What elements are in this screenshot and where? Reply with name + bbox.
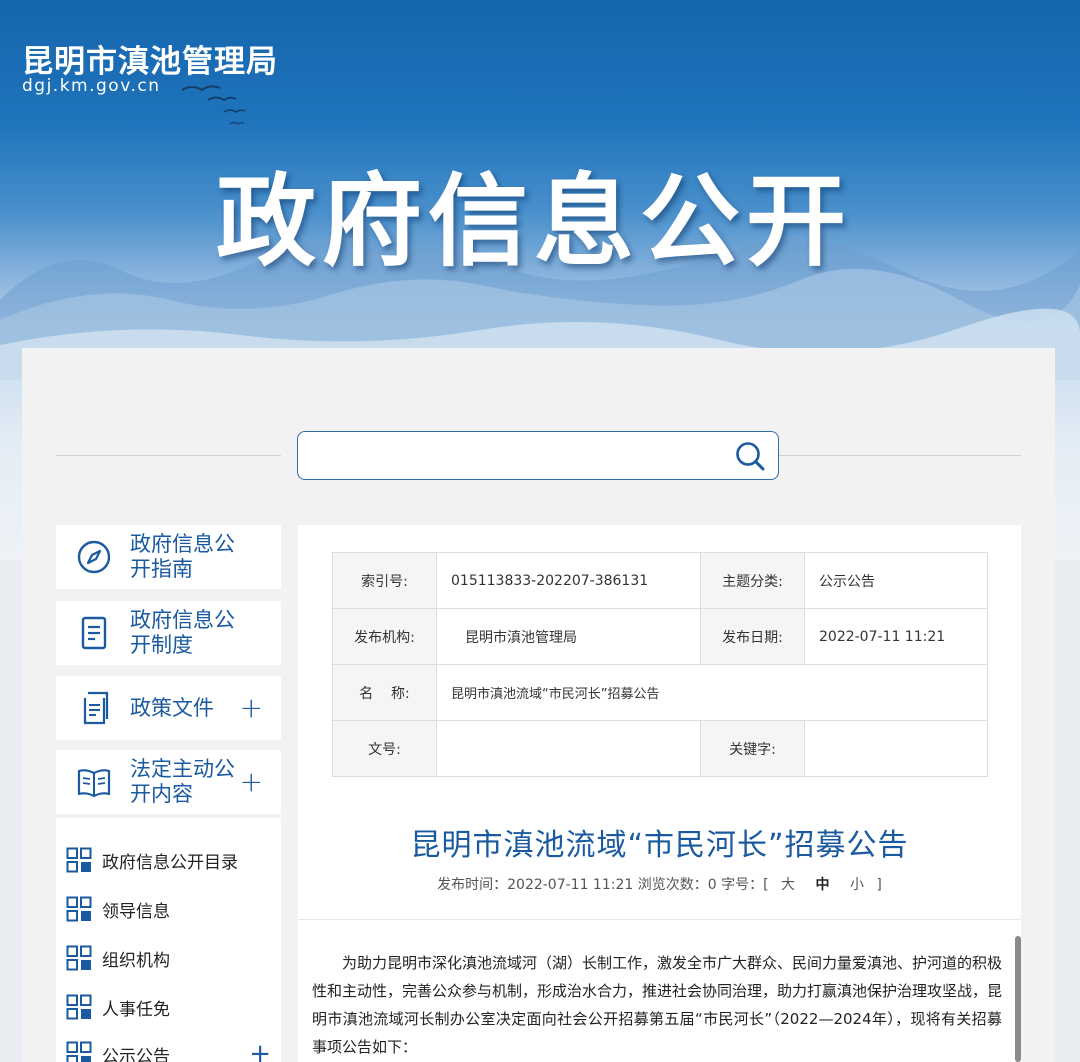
sidebar-sub-label: 领导信息 (102, 901, 170, 922)
sidebar-sub-item[interactable]: 领导信息 (66, 895, 271, 923)
grid-icon (66, 1041, 92, 1062)
meta-index-value: 015113833-202207-386131 (436, 552, 701, 609)
expand-plus-icon[interactable]: + (249, 1041, 271, 1062)
sidebar-card-label: 政府信息公开指南 (130, 532, 235, 581)
font-size-label: 字号：[ (721, 877, 769, 893)
article-divider (298, 919, 1021, 920)
page-scrollbar[interactable] (1015, 936, 1021, 1062)
publish-time-label: 发布时间： (437, 877, 508, 893)
sidebar-card-statutory[interactable]: 法定主动公开内容 + (56, 750, 281, 814)
grid-icon (66, 847, 92, 873)
sidebar-card-label: 法定主动公开内容 (130, 757, 235, 806)
meta-date-label: 发布日期: (700, 608, 805, 665)
sidebar-sub-list: 政府信息公开目录 领导信息 组织机构 人事任免 公示公告 + (56, 818, 281, 1062)
grid-icon (66, 994, 92, 1020)
sidebar-card-guide[interactable]: 政府信息公开指南 (56, 525, 281, 589)
article-body: 为助力昆明市深化滇池流域河（湖）长制工作，激发全市广大群众、民间力量爱滇池、护河… (312, 954, 1003, 1056)
site-name[interactable]: 昆明市滇池管理局 (22, 36, 278, 81)
sidebar-sub-label: 公示公告 (102, 1046, 170, 1062)
publish-time: 2022-07-11 11:21 (507, 877, 634, 893)
document-icon (81, 616, 107, 650)
sidebar-sub-item[interactable]: 公示公告 + (66, 1040, 271, 1062)
meta-index-label: 索引号: (332, 552, 437, 609)
article-info: 发布时间：2022-07-11 11:21 浏览次数：0 字号：[ 大 中 小 … (298, 874, 1021, 894)
expand-plus-icon[interactable]: + (240, 694, 263, 722)
meta-table: 索引号: 015113833-202207-386131 主题分类: 公示公告 … (332, 552, 988, 777)
article-content: 索引号: 015113833-202207-386131 主题分类: 公示公告 … (298, 525, 1021, 1062)
views-count: 0 (707, 877, 717, 893)
search-divider-right (779, 455, 1021, 456)
meta-date-value: 2022-07-11 11:21 (804, 608, 988, 665)
sidebar-card-label: 政府信息公开制度 (130, 608, 235, 657)
meta-name-label: 名 称: (332, 664, 437, 721)
meta-keyword-value (804, 720, 988, 777)
site-domain[interactable]: dgj.km.gov.cn (22, 76, 160, 96)
font-size-large-button[interactable]: 大 (781, 877, 795, 893)
meta-name-value: 昆明市滇池流域“市民河长”招募公告 (436, 664, 988, 721)
search-box (297, 431, 779, 480)
sidebar-card-policy[interactable]: 政策文件 + (56, 676, 281, 740)
meta-topic-value: 公示公告 (804, 552, 988, 609)
main-panel: 政府信息公开指南 政府信息公开制度 政策文件 + 法定主动公开内容 + 政府信息… (22, 348, 1055, 1062)
search-icon[interactable] (734, 440, 766, 472)
font-size-small-button[interactable]: 小 (850, 877, 864, 893)
meta-docno-label: 文号: (332, 720, 437, 777)
meta-topic-label: 主题分类: (700, 552, 805, 609)
sidebar-card-system[interactable]: 政府信息公开制度 (56, 601, 281, 665)
search-divider-left (56, 455, 281, 456)
files-icon (83, 691, 109, 725)
sidebar-sub-item[interactable]: 人事任免 (66, 993, 271, 1021)
book-icon (77, 769, 111, 798)
article-title: 昆明市滇池流域“市民河长”招募公告 (410, 828, 909, 863)
grid-icon (66, 945, 92, 971)
meta-publisher-value: 昆明市滇池管理局 (436, 608, 701, 665)
sidebar-sub-item[interactable]: 组织机构 (66, 944, 271, 972)
banner-title: 政府信息公开 (216, 163, 852, 280)
search-input[interactable] (312, 442, 712, 470)
sidebar-sub-label: 政府信息公开目录 (102, 852, 238, 873)
expand-plus-icon[interactable]: + (240, 768, 263, 796)
sidebar-sub-label: 组织机构 (102, 950, 170, 971)
font-size-close: ] (876, 877, 882, 893)
sidebar-sub-label: 人事任免 (102, 999, 170, 1020)
meta-keyword-label: 关键字: (700, 720, 805, 777)
sidebar-sub-item[interactable]: 政府信息公开目录 (66, 846, 271, 874)
meta-publisher-label: 发布机构: (332, 608, 437, 665)
views-label: 浏览次数： (637, 877, 708, 893)
sidebar-card-label: 政策文件 (130, 695, 214, 720)
font-size-medium-button[interactable]: 中 (816, 877, 830, 893)
birds-icon (181, 85, 246, 125)
grid-icon (66, 896, 92, 922)
compass-icon (77, 540, 111, 574)
meta-docno-value (436, 720, 701, 777)
